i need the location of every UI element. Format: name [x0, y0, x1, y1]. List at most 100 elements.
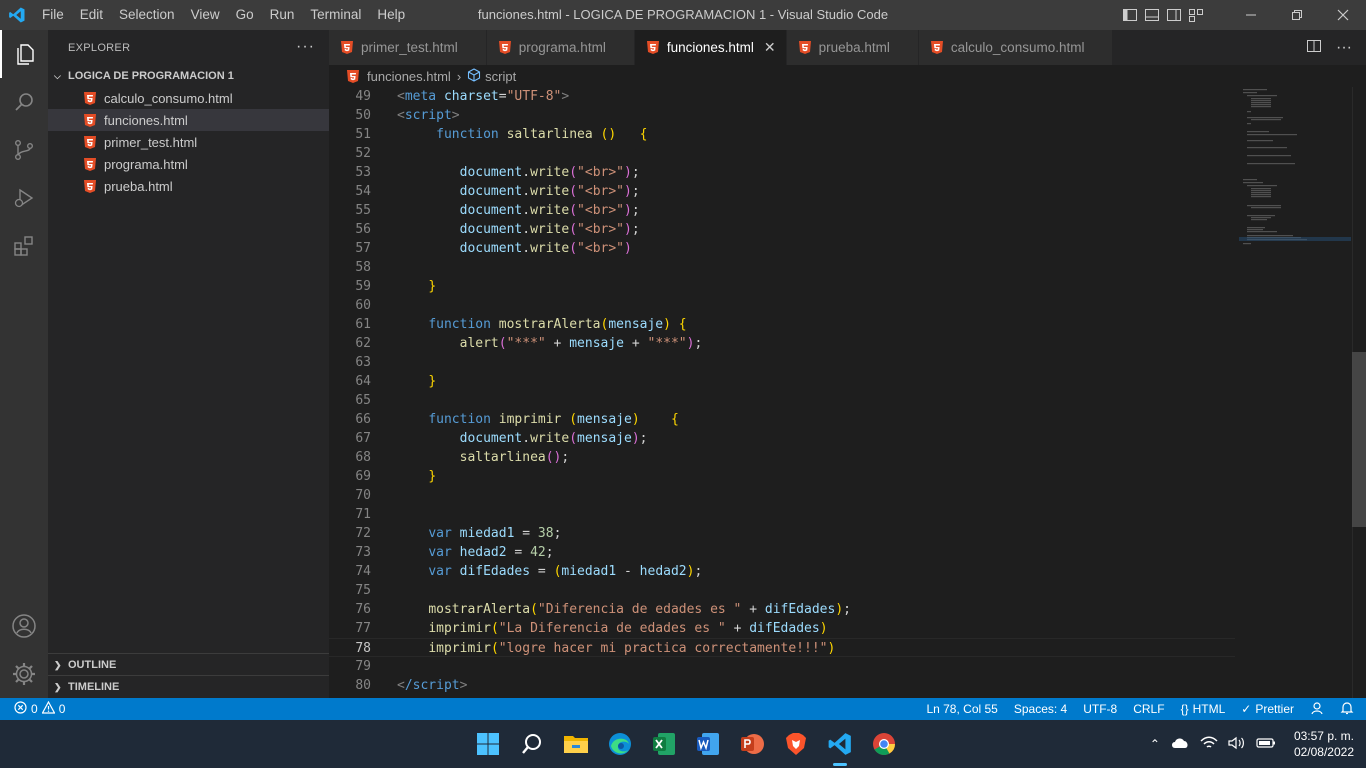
code-line[interactable]: 61 function mostrarAlerta(mensaje) {	[329, 315, 1235, 334]
file-item[interactable]: prueba.html	[48, 175, 329, 197]
more-actions-icon[interactable]: ···	[1336, 39, 1352, 57]
word-icon[interactable]	[692, 728, 724, 760]
code-line[interactable]: 75	[329, 581, 1235, 600]
scrollbar-thumb[interactable]	[1352, 352, 1366, 527]
search-icon[interactable]	[0, 78, 48, 126]
code-line[interactable]: 69 }	[329, 467, 1235, 486]
code-editor[interactable]: 49 <meta charset="UTF-8"> 50 <script> 51 fun…	[329, 87, 1366, 698]
code-line[interactable]: 79	[329, 657, 1235, 676]
code-line[interactable]: 68 saltarlinea();	[329, 448, 1235, 467]
outline-section[interactable]: ❯ OUTLINE	[48, 654, 329, 676]
chevron-up-icon[interactable]: ⌃	[1150, 737, 1160, 751]
minimize-button[interactable]	[1228, 0, 1274, 30]
file-item[interactable]: programa.html	[48, 153, 329, 175]
powerpoint-icon[interactable]	[736, 728, 768, 760]
battery-icon[interactable]	[1256, 736, 1276, 753]
file-explorer-icon[interactable]	[560, 728, 592, 760]
code-line[interactable]: 51 function saltarlinea () {	[329, 125, 1235, 144]
file-item[interactable]: funciones.html	[48, 109, 329, 131]
language-mode[interactable]: {} HTML	[1181, 702, 1226, 716]
chrome-browser-icon[interactable]	[868, 728, 900, 760]
code-line[interactable]: 70	[329, 486, 1235, 505]
code-line[interactable]: 53 document.write("<br>");	[329, 163, 1235, 182]
code-line[interactable]: 65	[329, 391, 1235, 410]
search-icon[interactable]	[516, 728, 548, 760]
menu-file[interactable]: File	[34, 0, 72, 30]
edge-browser-icon[interactable]	[604, 728, 636, 760]
run-debug-icon[interactable]	[0, 174, 48, 222]
code-line[interactable]: 52	[329, 144, 1235, 163]
volume-icon[interactable]	[1228, 736, 1246, 753]
customize-layout-icon[interactable]	[1188, 7, 1204, 23]
code-line[interactable]: 78 imprimir("logre hacer mi practica cor…	[329, 638, 1235, 657]
file-item[interactable]: primer_test.html	[48, 131, 329, 153]
code-line[interactable]: 64 }	[329, 372, 1235, 391]
code-line[interactable]: 50 <script>	[329, 106, 1235, 125]
notifications-bell-icon[interactable]	[1340, 701, 1354, 718]
menu-view[interactable]: View	[183, 0, 228, 30]
cursor-position[interactable]: Ln 78, Col 55	[926, 702, 997, 716]
prettier-status[interactable]: ✓ Prettier	[1241, 702, 1294, 716]
source-control-icon[interactable]	[0, 126, 48, 174]
toggle-sidebar-icon[interactable]	[1122, 7, 1138, 23]
code-line[interactable]: 56 document.write("<br>");	[329, 220, 1235, 239]
editor-tab[interactable]: funciones.html ✕	[634, 30, 787, 65]
file-item[interactable]: calculo_consumo.html	[48, 87, 329, 109]
editor-tab[interactable]: prueba.html	[786, 30, 919, 65]
code-line[interactable]: 73 var hedad2 = 42;	[329, 543, 1235, 562]
code-line[interactable]: 62 alert("***" + mensaje + "***");	[329, 334, 1235, 353]
code-line[interactable]: 66 function imprimir (mensaje) {	[329, 410, 1235, 429]
system-clock[interactable]: 03:57 p. m. 02/08/2022	[1294, 728, 1354, 760]
feedback-icon[interactable]	[1310, 701, 1324, 718]
minimap[interactable]	[1239, 87, 1351, 698]
code-line[interactable]: 57 document.write("<br>")	[329, 239, 1235, 258]
menu-terminal[interactable]: Terminal	[302, 0, 369, 30]
encoding[interactable]: UTF-8	[1083, 702, 1117, 716]
code-line[interactable]: 71	[329, 505, 1235, 524]
settings-gear-icon[interactable]	[0, 650, 48, 698]
problems-indicator[interactable]: 0 0	[0, 700, 65, 717]
code-line[interactable]: 55 document.write("<br>");	[329, 201, 1235, 220]
brave-browser-icon[interactable]	[780, 728, 812, 760]
breadcrumb-file[interactable]: funciones.html	[367, 69, 451, 84]
menu-go[interactable]: Go	[228, 0, 262, 30]
code-line[interactable]: 58	[329, 258, 1235, 277]
editor-tab[interactable]: primer_test.html	[329, 30, 487, 65]
menu-edit[interactable]: Edit	[72, 0, 111, 30]
menu-run[interactable]: Run	[262, 0, 303, 30]
menu-selection[interactable]: Selection	[111, 0, 183, 30]
restore-button[interactable]	[1274, 0, 1320, 30]
split-editor-icon[interactable]	[1306, 38, 1322, 57]
end-of-line[interactable]: CRLF	[1133, 702, 1164, 716]
explorer-icon[interactable]	[0, 30, 48, 78]
code-line[interactable]: 59 }	[329, 277, 1235, 296]
toggle-panel-icon[interactable]	[1144, 7, 1160, 23]
wifi-icon[interactable]	[1200, 736, 1218, 753]
code-line[interactable]: 60	[329, 296, 1235, 315]
vscode-taskbar-icon[interactable]	[824, 728, 856, 766]
excel-icon[interactable]	[648, 728, 680, 760]
timeline-section[interactable]: ❯ TIMELINE	[48, 676, 329, 698]
breadcrumb-symbol[interactable]: script	[485, 69, 516, 84]
folder-header[interactable]: ⌵ LOGICA DE PROGRAMACION 1	[48, 65, 329, 87]
windows-start-icon[interactable]	[472, 728, 504, 760]
code-line[interactable]: 72 var miedad1 = 38;	[329, 524, 1235, 543]
accounts-icon[interactable]	[0, 602, 48, 650]
extensions-icon[interactable]	[0, 222, 48, 270]
close-tab-icon[interactable]: ✕	[764, 39, 776, 56]
code-line[interactable]: 67 document.write(mensaje);	[329, 429, 1235, 448]
toggle-secondary-sidebar-icon[interactable]	[1166, 7, 1182, 23]
code-line[interactable]: 80 </script>	[329, 676, 1235, 695]
code-line[interactable]: 63	[329, 353, 1235, 372]
editor-tab[interactable]: programa.html	[486, 30, 635, 65]
menu-help[interactable]: Help	[369, 0, 413, 30]
close-window-button[interactable]	[1320, 0, 1366, 30]
indentation[interactable]: Spaces: 4	[1014, 702, 1067, 716]
onedrive-cloud-icon[interactable]	[1170, 736, 1190, 753]
code-line[interactable]: 76 mostrarAlerta("Diferencia de edades e…	[329, 600, 1235, 619]
vertical-scrollbar[interactable]	[1352, 87, 1366, 698]
code-line[interactable]: 74 var difEdades = (miedad1 - hedad2);	[329, 562, 1235, 581]
code-line[interactable]: 54 document.write("<br>");	[329, 182, 1235, 201]
editor-tab[interactable]: calculo_consumo.html	[918, 30, 1114, 65]
code-line[interactable]: 77 imprimir("La Diferencia de edades es …	[329, 619, 1235, 638]
